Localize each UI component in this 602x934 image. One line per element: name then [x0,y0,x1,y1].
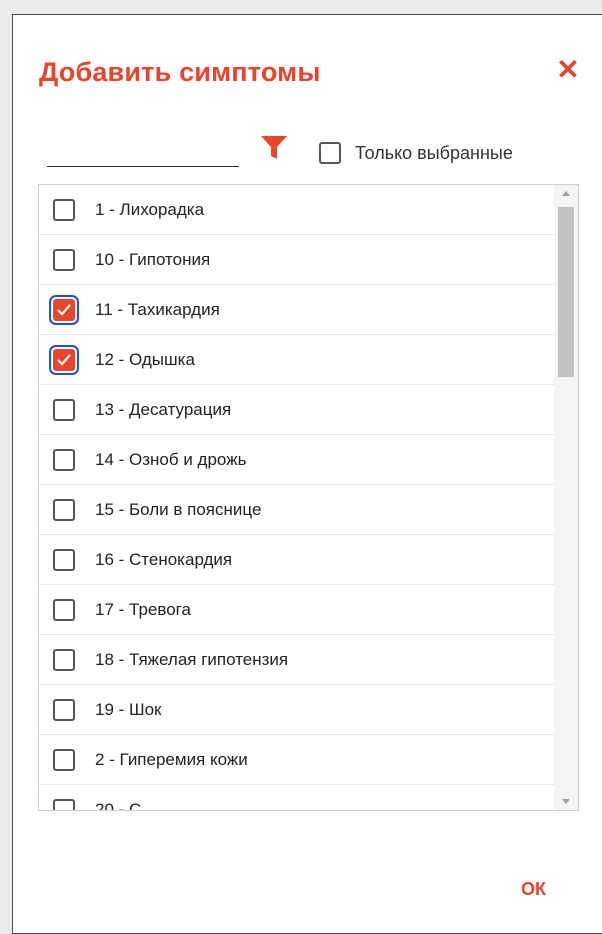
symptom-label: 18 - Тяжелая гипотензия [95,649,289,669]
symptom-list: 1 - Лихорадка 10 - Гипотония 11 - Тахикард… [38,184,579,811]
symptom-checkbox[interactable] [53,298,75,321]
symptom-label: 16 - Стенокардия [95,549,233,569]
list-item[interactable]: 14 - Озноб и дрожь [39,435,555,485]
only-selected-checkbox[interactable] [319,142,341,164]
symptom-checkbox[interactable] [53,598,75,621]
list-item[interactable]: 19 - Шок [39,685,555,735]
dialog-title: Добавить симптомы [39,57,321,87]
symptom-checkbox[interactable] [53,198,75,221]
symptom-label: 14 - Озноб и дрожь [95,449,247,469]
symptom-checkbox[interactable] [53,648,75,671]
list-item[interactable]: 12 - Одышка [39,335,555,385]
symptom-label: 19 - Шок [95,699,162,719]
symptom-label: 11 - Тахикардия [95,299,220,319]
symptom-checkbox[interactable] [53,698,75,721]
symptom-checkbox[interactable] [53,498,75,521]
symptom-label: 15 - Боли в пояснице [95,499,262,519]
symptom-checkbox[interactable] [53,248,75,271]
symptom-label: 17 - Тревога [95,599,191,619]
symptom-label: 1 - Лихорадка [95,199,205,219]
symptom-checkbox[interactable] [53,798,75,810]
symptom-label: 13 - Десатурация [95,399,232,419]
ok-button[interactable]: ОК [521,879,546,900]
list-item[interactable]: 15 - Боли в пояснице [39,485,555,535]
list-item[interactable]: 20 - С... [39,785,555,811]
only-selected-toggle[interactable]: Только выбранные [319,142,513,164]
close-icon[interactable]: ✕ [553,55,583,85]
symptom-label: 20 - С... [95,799,156,811]
search-input[interactable] [47,139,239,167]
symptom-label: 2 - Гиперемия кожи [95,749,248,769]
symptom-label: 12 - Одышка [95,349,195,369]
list-item[interactable]: 10 - Гипотония [39,235,555,285]
symptom-checkbox[interactable] [53,448,75,471]
list-item[interactable]: 17 - Тревога [39,585,555,635]
scrollbar[interactable] [554,185,578,810]
list-item[interactable]: 2 - Гиперемия кожи [39,735,555,785]
add-symptoms-dialog: Добавить симптомы ✕ Только выбранные 1 -… [12,14,602,934]
filter-icon[interactable] [259,135,289,161]
scrollbar-thumb[interactable] [558,207,574,377]
symptom-checkbox[interactable] [53,548,75,571]
checkmark-icon [57,353,71,366]
symptom-checkbox[interactable] [53,748,75,771]
symptom-checkbox[interactable] [53,348,75,371]
list-item[interactable]: 13 - Десатурация [39,385,555,435]
list-item[interactable]: 16 - Стенокардия [39,535,555,585]
scroll-down-icon[interactable] [554,792,578,810]
list-item[interactable]: 11 - Тахикардия [39,285,555,335]
scroll-up-icon[interactable] [554,185,578,203]
checkmark-icon [57,303,71,316]
only-selected-label: Только выбранные [355,142,513,163]
symptom-label: 10 - Гипотония [95,249,211,269]
symptom-checkbox[interactable] [53,398,75,421]
list-item[interactable]: 18 - Тяжелая гипотензия [39,635,555,685]
list-item[interactable]: 1 - Лихорадка [39,185,555,235]
